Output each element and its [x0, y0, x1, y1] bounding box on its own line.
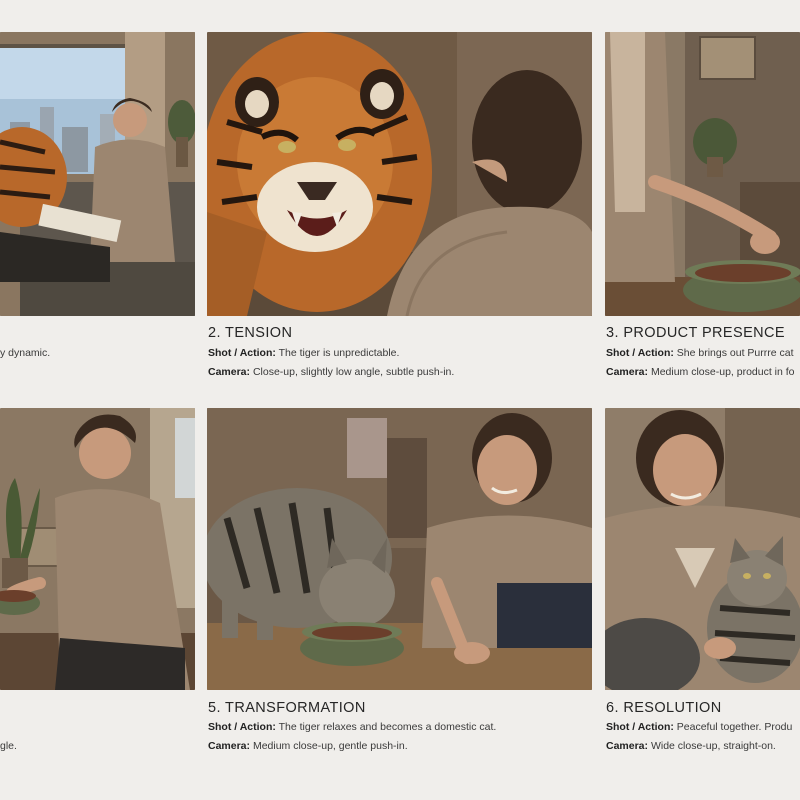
frame-2-heading: 2. TENSION	[208, 325, 293, 341]
frame-3-shot: Shot / Action: She brings out Purrre cat	[606, 347, 794, 359]
frame-5-shot: Shot / Action: The tiger relaxes and bec…	[208, 721, 496, 733]
frame-5-heading: 5. TRANSFORMATION	[208, 700, 366, 716]
frame-5-camera-label: Camera:	[208, 740, 251, 752]
frame-5-image	[207, 408, 592, 690]
frame-2-image	[207, 32, 592, 316]
frame-4-camera: gle.	[0, 740, 17, 752]
frame-5-camera: Camera: Medium close-up, gentle push-in.	[208, 740, 408, 752]
frame-4-camera-text: gle.	[0, 740, 17, 752]
frame-3-camera-label: Camera:	[606, 366, 649, 378]
frame-3-heading: 3. PRODUCT PRESENCE	[606, 325, 785, 341]
frame-2-camera-label: Camera:	[208, 366, 251, 378]
frame-2-camera: Camera: Close-up, slightly low angle, su…	[208, 366, 454, 378]
frame-3-camera: Camera: Medium close-up, product in fo	[606, 366, 795, 378]
frame-3-camera-text: Medium close-up, product in fo	[650, 366, 795, 378]
frame-2-shot-text: The tiger is unpredictable.	[278, 347, 400, 359]
frame-6-camera-text: Wide close-up, straight-on.	[650, 740, 776, 752]
frame-1-image	[0, 32, 195, 316]
frame-3-shot-text: She brings out Purrre cat	[676, 347, 794, 359]
frame-3-image	[605, 32, 800, 316]
frame-1-shot: y dynamic.	[0, 347, 50, 359]
frame-5-shot-text: The tiger relaxes and becomes a domestic…	[278, 721, 497, 733]
frame-2-shot-label: Shot / Action:	[208, 347, 276, 359]
frame-6-shot: Shot / Action: Peaceful together. Produ	[606, 721, 792, 733]
frame-6-image	[605, 408, 800, 690]
frame-5-camera-text: Medium close-up, gentle push-in.	[252, 740, 408, 752]
frame-5-shot-label: Shot / Action:	[208, 721, 276, 733]
frame-3-shot-label: Shot / Action:	[606, 347, 674, 359]
frame-2-camera-text: Close-up, slightly low angle, subtle pus…	[252, 366, 455, 378]
frame-4-image	[0, 408, 195, 690]
frame-6-camera: Camera: Wide close-up, straight-on.	[606, 740, 776, 752]
frame-6-shot-text: Peaceful together. Produ	[676, 721, 793, 733]
frame-6-camera-label: Camera:	[606, 740, 649, 752]
frame-6-heading: 6. RESOLUTION	[606, 700, 722, 716]
frame-6-shot-label: Shot / Action:	[606, 721, 674, 733]
frame-1-shot-text: y dynamic.	[0, 347, 51, 359]
frame-2-shot: Shot / Action: The tiger is unpredictabl…	[208, 347, 399, 359]
